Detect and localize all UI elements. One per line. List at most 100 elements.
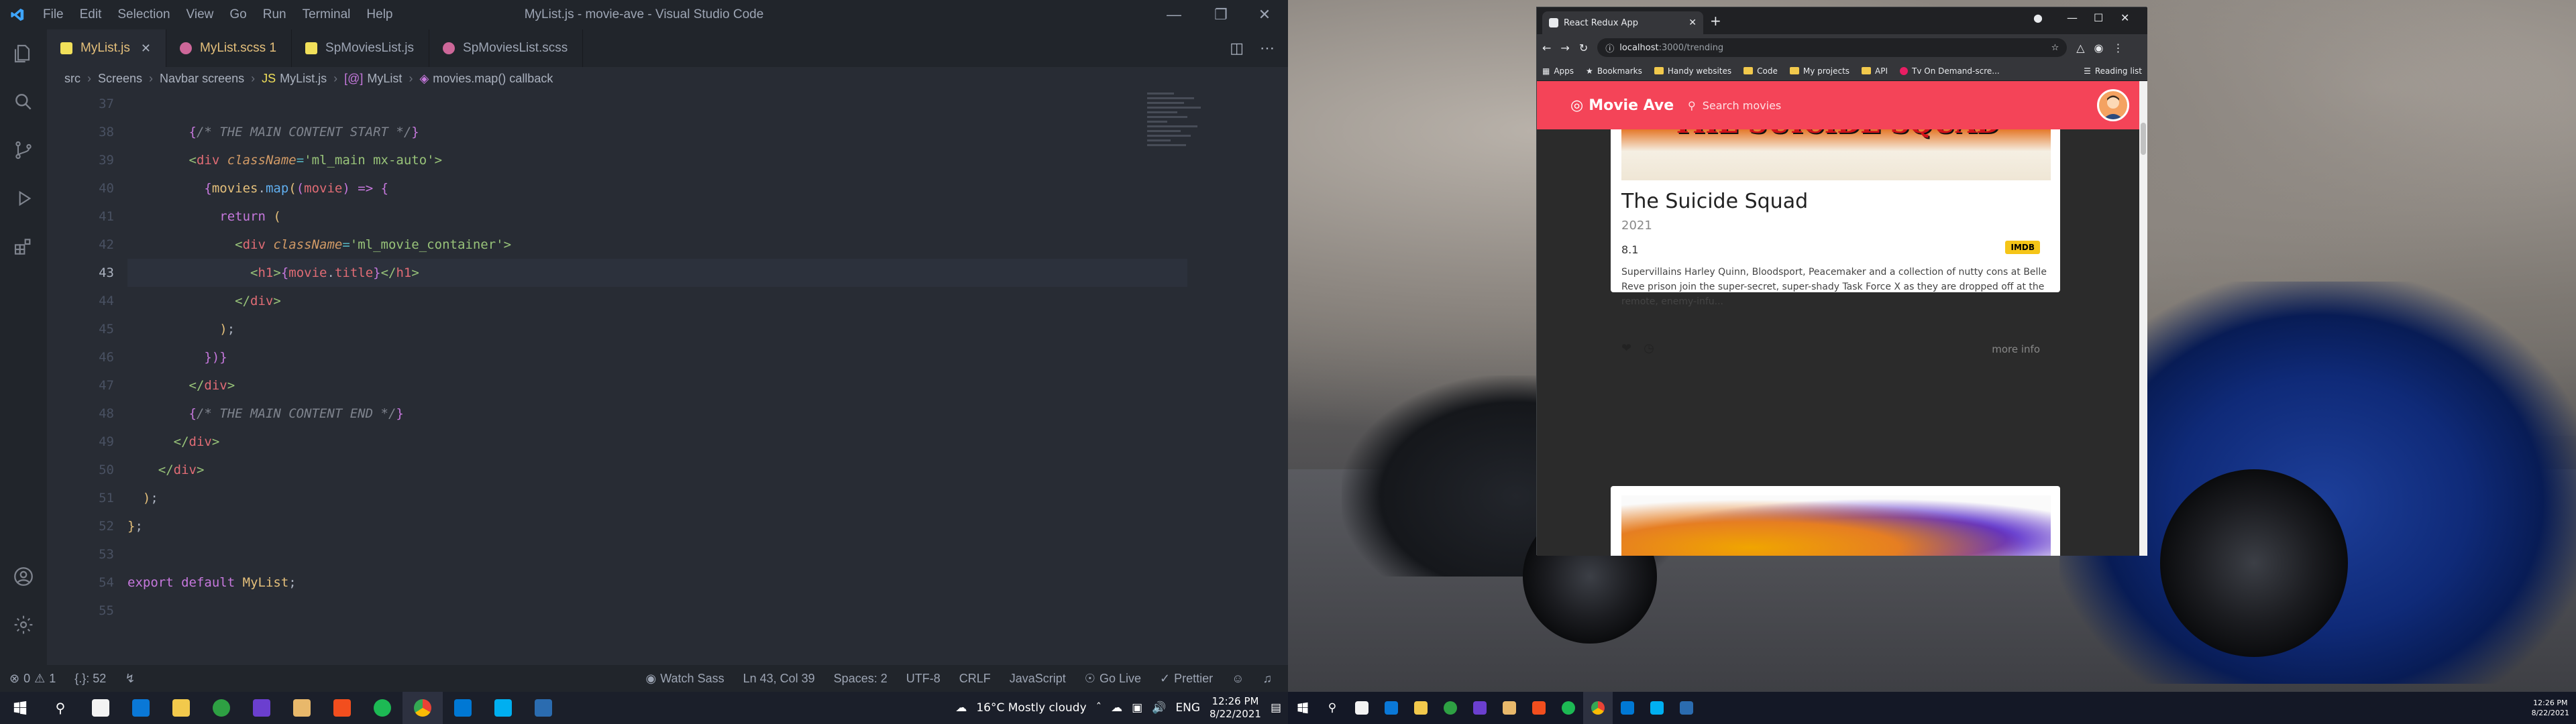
video-editor-icon[interactable] (241, 692, 282, 724)
bookmark-code[interactable]: Code (1743, 66, 1778, 76)
volume-icon[interactable]: 🔊 (1152, 701, 1166, 715)
split-editor-icon[interactable]: ◫ (1230, 40, 1244, 57)
store-icon[interactable] (1347, 692, 1377, 724)
spotify-icon[interactable] (1554, 692, 1583, 724)
prettier-button[interactable]: ✓ Prettier (1150, 672, 1222, 686)
star-icon[interactable]: ☆ (2051, 43, 2059, 53)
watch-sass-button[interactable]: ◉ Watch Sass (637, 672, 734, 686)
clock[interactable]: 12:26 PM 8/22/2021 (1210, 695, 1261, 721)
go-live-button[interactable]: ☉ Go Live (1075, 672, 1150, 686)
back-icon[interactable]: ← (1542, 42, 1551, 54)
chrome-icon[interactable] (402, 692, 443, 724)
media-player-icon[interactable] (1495, 692, 1524, 724)
problems-indicator[interactable]: ⊗ 0 ⚠ 1 (0, 672, 65, 686)
menu-file[interactable]: File (35, 0, 72, 29)
bookmark-api[interactable]: API (1862, 66, 1888, 76)
bookmark-handy-websites[interactable]: Handy websites (1654, 66, 1731, 76)
feedback-icon[interactable]: ☺ (1222, 672, 1253, 686)
search-bar[interactable]: ⚲ Search movies (1688, 95, 2063, 116)
menu-help[interactable]: Help (358, 0, 400, 29)
minimap[interactable] (1147, 90, 1214, 291)
menu-go[interactable]: Go (221, 0, 254, 29)
photos-icon[interactable] (1672, 692, 1701, 724)
breadcrumb-item[interactable]: src (64, 72, 80, 86)
extensions-icon[interactable]: △ (2076, 42, 2084, 54)
reading-list[interactable]: ☰ Reading list (2084, 66, 2142, 76)
windows-start-icon[interactable] (0, 692, 40, 724)
skype-icon[interactable] (483, 692, 523, 724)
restore-icon[interactable]: ❐ (1197, 0, 1244, 29)
more-actions-icon[interactable]: ⋯ (1260, 40, 1275, 57)
run-debug-icon[interactable] (0, 174, 47, 223)
menu-run[interactable]: Run (255, 0, 294, 29)
bookmark-tv-on-demand[interactable]: Tv On Demand-scre... (1900, 66, 2000, 76)
heart-icon[interactable]: ❤ (1621, 341, 1631, 355)
edge-icon[interactable] (201, 692, 241, 724)
weather-label[interactable]: 16°C Mostly cloudy (976, 701, 1086, 715)
menu-view[interactable]: View (178, 0, 222, 29)
minimize-icon[interactable]: — (1150, 0, 1197, 29)
tab-mylist-scss[interactable]: MyList.scss 1 (166, 29, 292, 67)
figma-icon[interactable] (322, 692, 362, 724)
file-explorer-icon[interactable] (161, 692, 201, 724)
menu-edit[interactable]: Edit (72, 0, 110, 29)
new-tab-icon[interactable]: + (1710, 13, 1721, 29)
figma-icon[interactable] (1524, 692, 1554, 724)
bookmark-my-projects[interactable]: My projects (1789, 66, 1849, 76)
explorer-icon[interactable] (0, 29, 47, 78)
more-info-link[interactable]: more info (1992, 343, 2040, 355)
breadcrumb-item[interactable]: MyList.js (280, 72, 327, 86)
breadcrumb-item[interactable]: Screens (98, 72, 142, 86)
menu-selection[interactable]: Selection (109, 0, 178, 29)
close-icon[interactable]: ✕ (2121, 11, 2129, 24)
indentation[interactable]: Spaces: 2 (824, 672, 897, 686)
video-editor-icon[interactable] (1465, 692, 1495, 724)
clock-icon[interactable]: ◷ (1644, 341, 1654, 355)
vscode-icon[interactable] (1613, 692, 1642, 724)
code-area[interactable]: {/* THE MAIN CONTENT START */} <div clas… (127, 90, 1187, 625)
breadcrumb-item[interactable]: movies.map() callback (433, 72, 553, 86)
minimize-icon[interactable]: — (2067, 11, 2078, 24)
search-icon[interactable]: ⚲ (40, 692, 80, 724)
settings-gear-icon[interactable] (0, 601, 47, 649)
language-indicator[interactable]: ENG (1175, 701, 1200, 715)
mail-icon[interactable] (121, 692, 161, 724)
account-icon[interactable] (0, 552, 47, 601)
close-tab-icon[interactable]: ✕ (141, 42, 151, 56)
file-explorer-icon[interactable] (1406, 692, 1436, 724)
source-control-icon[interactable] (0, 126, 47, 174)
line-ending[interactable]: CRLF (950, 672, 1000, 686)
photos-icon[interactable] (523, 692, 564, 724)
store-icon[interactable] (80, 692, 121, 724)
user-avatar[interactable] (2097, 89, 2129, 121)
cursor-position[interactable]: Ln 43, Col 39 (734, 672, 824, 686)
extensions-icon[interactable] (0, 223, 47, 271)
close-icon[interactable]: ✕ (1241, 0, 1288, 29)
bookmark-bookmarks[interactable]: ★ Bookmarks (1586, 66, 1642, 76)
menu-terminal[interactable]: Terminal (294, 0, 359, 29)
close-tab-icon[interactable]: ✕ (1688, 17, 1697, 28)
maximize-icon[interactable]: ☐ (2094, 11, 2103, 24)
bell-icon[interactable]: ♫ (1254, 672, 1282, 686)
imdb-badge[interactable]: IMDB (2005, 241, 2040, 254)
breadcrumb-item[interactable]: Navbar screens (160, 72, 244, 86)
search-input[interactable]: Search movies (1703, 99, 1782, 112)
chevron-up-icon[interactable]: ˆ (1096, 701, 1102, 715)
clock[interactable]: 12:26 PM 8/22/2021 (2532, 698, 2569, 718)
skype-icon[interactable] (1642, 692, 1672, 724)
weather-icon[interactable]: ☁ (955, 701, 967, 715)
page-viewport[interactable]: THE SUICIDE SQUAD The Suicide Squad 2021… (1537, 81, 2147, 556)
page-scrollbar[interactable] (2139, 81, 2147, 556)
reload-icon[interactable]: ↻ (1579, 42, 1588, 54)
tab-spmovieslist-scss[interactable]: SpMoviesList.scss (429, 29, 584, 67)
browser-tab[interactable]: React Redux App ✕ (1542, 11, 1703, 34)
search-icon[interactable]: ⚲ (1318, 692, 1347, 724)
windows-start-icon[interactable] (1288, 692, 1318, 724)
scrollbar-thumb[interactable] (2141, 123, 2146, 155)
menu-dots-icon[interactable]: ⋮ (2113, 42, 2124, 54)
edge-icon[interactable] (1436, 692, 1465, 724)
mail-icon[interactable] (1377, 692, 1406, 724)
bookmark-apps[interactable]: ▦ Apps (1542, 66, 1574, 76)
language-mode[interactable]: JavaScript (1000, 672, 1075, 686)
brand-logo[interactable]: ◎ Movie Ave (1570, 97, 1674, 114)
